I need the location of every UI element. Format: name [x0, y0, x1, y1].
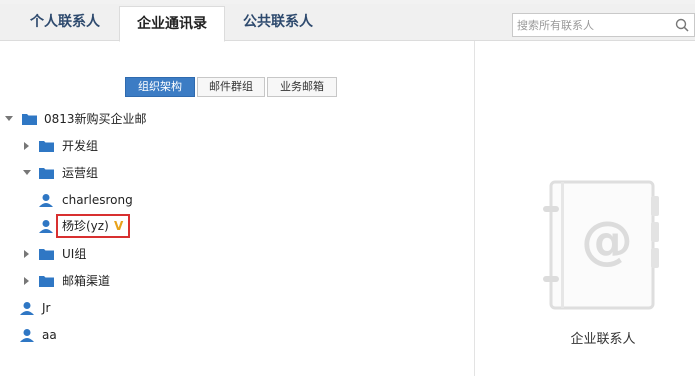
svg-text:@: @ — [581, 211, 633, 271]
tab-personal-contacts[interactable]: 个人联系人 — [14, 4, 116, 40]
tree-node-label: 开发组 — [62, 139, 99, 153]
search-box — [512, 13, 695, 37]
tree-node-label: 0813新购买企业邮 — [44, 112, 147, 126]
address-book-icon: @ — [543, 180, 659, 310]
contact-name: aa — [42, 328, 57, 342]
collapsed-arrow-icon[interactable] — [22, 141, 32, 151]
tab-bar: 个人联系人 企业通讯录 公共联系人 — [0, 4, 695, 42]
user-icon — [39, 194, 53, 207]
right-panel-caption: 企业联系人 — [570, 332, 636, 347]
tree-node-group-ops[interactable]: 运营组 — [0, 163, 300, 183]
tree-node-group-dev[interactable]: 开发组 — [0, 136, 300, 156]
tree-node-contact[interactable]: Jr — [0, 298, 300, 318]
tab-public-contacts[interactable]: 公共联系人 — [228, 4, 328, 40]
tree-node-group-ui[interactable]: UI组 — [0, 244, 300, 264]
user-icon — [20, 302, 34, 315]
tree-node-contact[interactable]: 杨珍(yz) V — [0, 216, 300, 236]
view-mail-groups-button[interactable]: 邮件群组 — [197, 77, 265, 97]
search-input[interactable] — [517, 16, 667, 34]
collapsed-arrow-icon[interactable] — [22, 276, 32, 286]
tree-node-group-channel[interactable]: 邮箱渠道 — [0, 271, 300, 291]
vip-badge-icon: V — [114, 219, 124, 233]
tree-node-label: 邮箱渠道 — [62, 274, 111, 288]
contact-name: 杨珍(yz) — [62, 219, 109, 233]
tree-node-contact[interactable]: charlesrong — [0, 190, 300, 210]
contact-name: Jr — [42, 301, 51, 315]
collapsed-arrow-icon[interactable] — [22, 249, 32, 259]
tree-node-label: UI组 — [62, 247, 87, 261]
user-icon — [39, 220, 53, 233]
panel-divider — [474, 41, 475, 376]
user-icon — [20, 329, 34, 342]
folder-icon — [39, 249, 54, 260]
tree-node-root[interactable]: 0813新购买企业邮 — [0, 109, 300, 129]
contact-name: charlesrong — [62, 193, 133, 207]
search-icon[interactable] — [674, 17, 690, 33]
folder-icon — [22, 114, 37, 125]
tab-enterprise-directory[interactable]: 企业通讯录 — [119, 6, 225, 42]
view-org-structure-button[interactable]: 组织架构 — [125, 77, 195, 97]
folder-icon — [39, 141, 54, 152]
view-business-mailbox-button[interactable]: 业务邮箱 — [267, 77, 337, 97]
expanded-arrow-icon[interactable] — [22, 168, 32, 178]
folder-icon — [39, 276, 54, 287]
expanded-arrow-icon[interactable] — [4, 114, 14, 124]
folder-icon — [39, 168, 54, 179]
tree-node-label: 运营组 — [62, 166, 99, 180]
tree-node-contact[interactable]: aa — [0, 325, 300, 345]
